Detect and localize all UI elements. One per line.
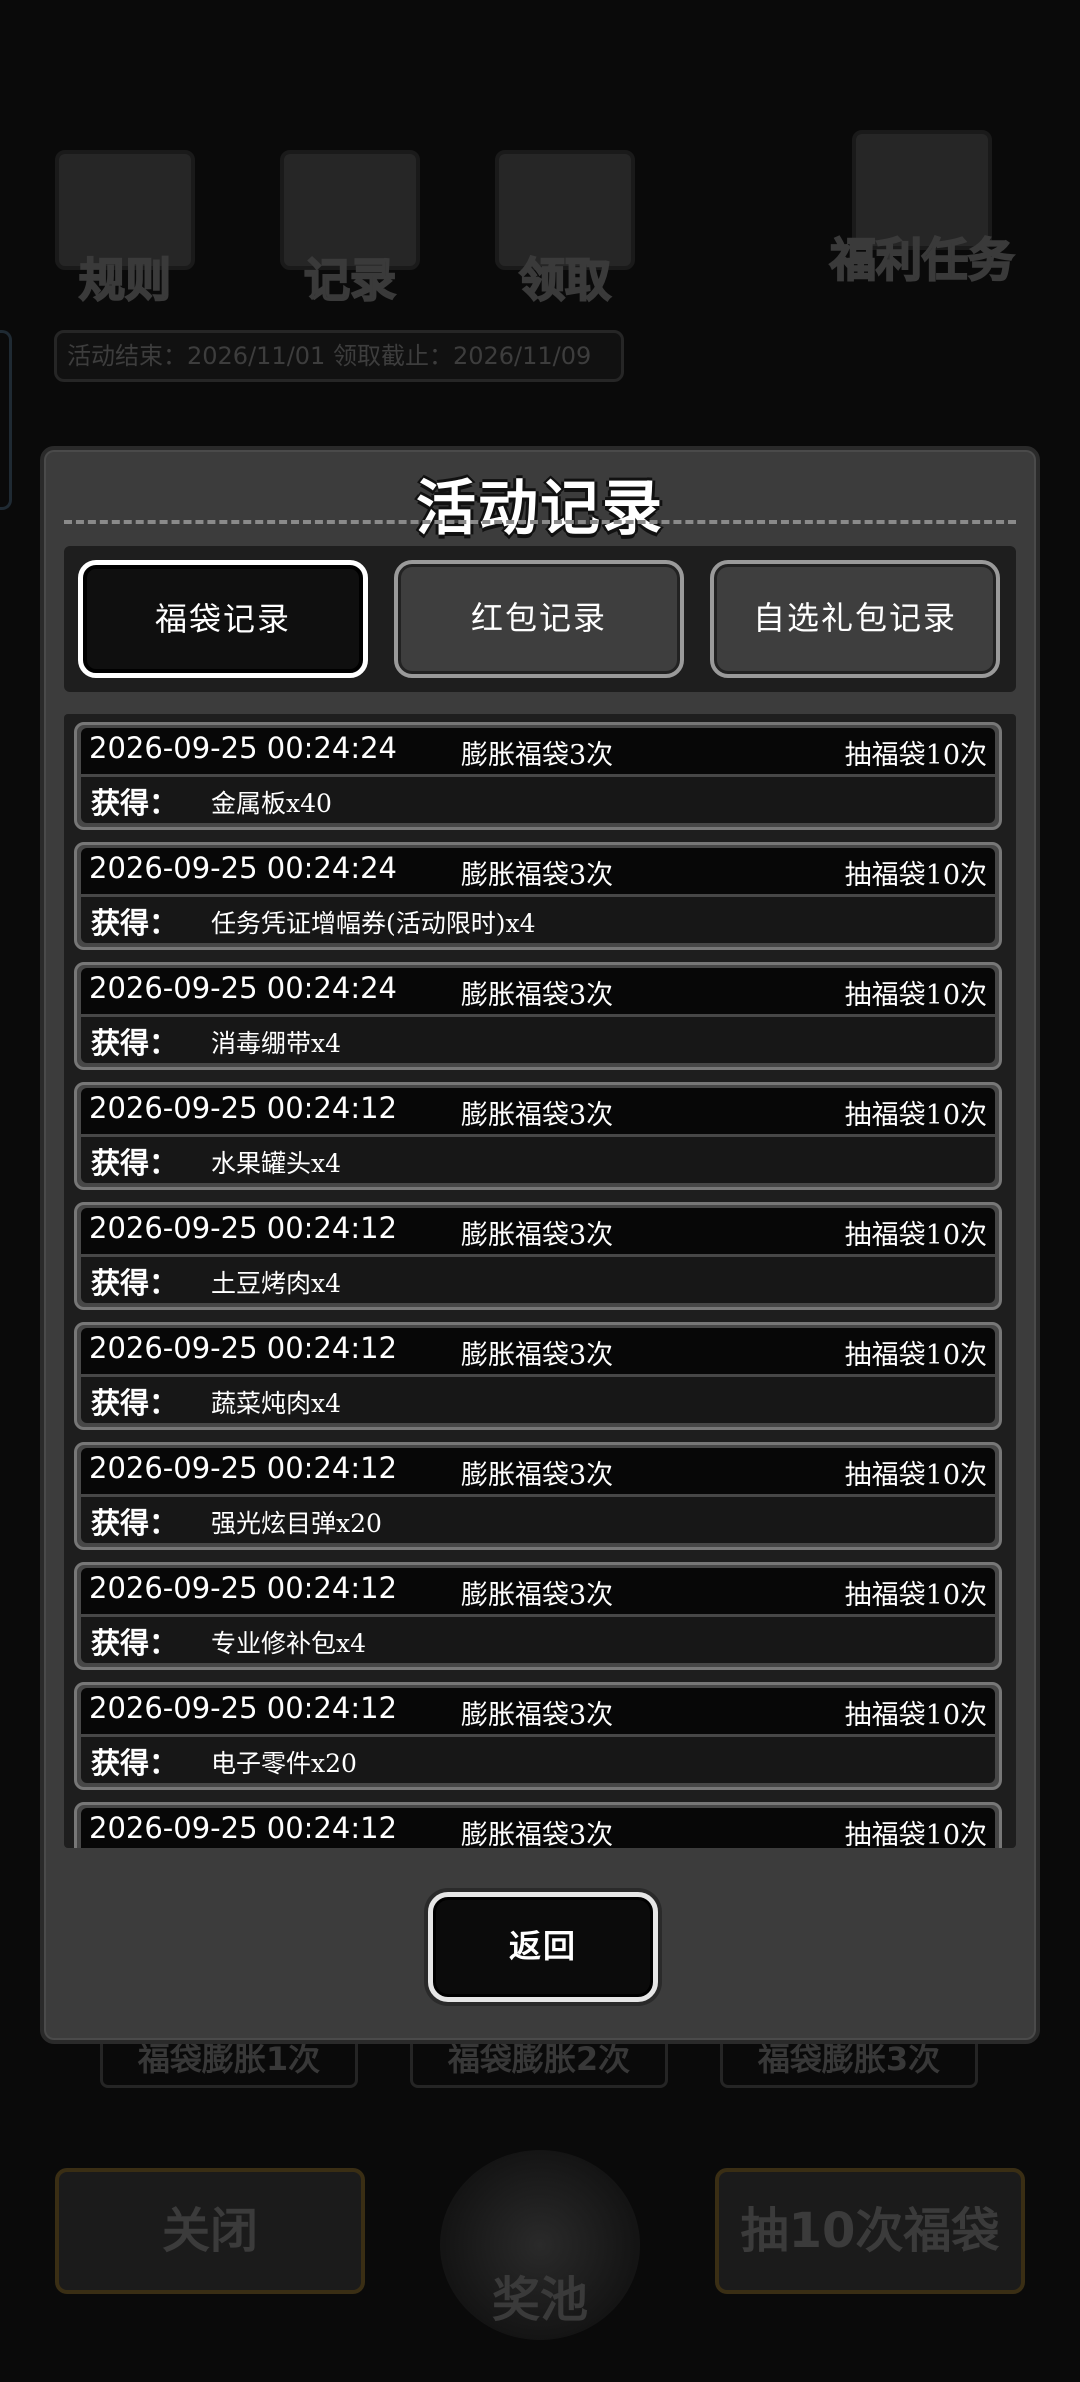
record-body: 获得： 土豆烤肉x4 xyxy=(81,1257,995,1303)
records-icon[interactable]: 记录 xyxy=(280,150,420,310)
draw-10-button[interactable]: 抽10次福袋 xyxy=(715,2168,1025,2294)
welfare-task-icon[interactable]: 福利任务 xyxy=(829,130,1015,290)
record-draw-type: 抽福袋10次 xyxy=(844,1220,987,1251)
back-button[interactable]: 返回 xyxy=(428,1892,658,2002)
record-date: 2026-09-25 00:24:24 xyxy=(89,731,397,765)
welfare-task-label: 福利任务 xyxy=(829,232,1015,288)
record-row: 2026-09-25 00:24:12 膨胀福袋3次 抽福袋10次获得： 蔬菜炖肉x4 xyxy=(74,1322,1002,1430)
record-header: 2026-09-25 00:24:12 膨胀福袋3次 抽福袋10次 xyxy=(81,1808,995,1848)
record-date: 2026-09-25 00:24:12 xyxy=(89,1451,397,1485)
record-draw-type: 抽福袋10次 xyxy=(844,1580,987,1611)
record-reward: 土豆烤肉x4 xyxy=(211,1269,342,1298)
record-date: 2026-09-25 00:24:12 xyxy=(89,1811,397,1845)
record-header: 2026-09-25 00:24:12 膨胀福袋3次 抽福袋10次 xyxy=(81,1088,995,1134)
record-event: 膨胀福袋3次 xyxy=(461,860,614,891)
obtain-label: 获得： xyxy=(91,1506,179,1540)
record-body: 获得： 蔬菜炖肉x4 xyxy=(81,1377,995,1423)
record-header: 2026-09-25 00:24:12 膨胀福袋3次 抽福袋10次 xyxy=(81,1688,995,1734)
record-header: 2026-09-25 00:24:24 膨胀福袋3次 抽福袋10次 xyxy=(81,968,995,1014)
record-date: 2026-09-25 00:24:12 xyxy=(89,1571,397,1605)
record-event: 膨胀福袋3次 xyxy=(461,1580,614,1611)
record-event: 膨胀福袋3次 xyxy=(461,1220,614,1251)
record-reward: 专业修补包x4 xyxy=(211,1629,367,1658)
records-label: 记录 xyxy=(303,252,397,308)
record-reward: 电子零件x20 xyxy=(211,1749,357,1778)
record-header: 2026-09-25 00:24:24 膨胀福袋3次 抽福袋10次 xyxy=(81,728,995,774)
record-row: 2026-09-25 00:24:12 膨胀福袋3次 抽福袋10次获得： 水果罐头x4 xyxy=(74,1082,1002,1190)
record-body: 获得： 消毒绷带x4 xyxy=(81,1017,995,1063)
record-draw-type: 抽福袋10次 xyxy=(844,860,987,891)
record-row: 2026-09-25 00:24:24 膨胀福袋3次 抽福袋10次获得： 消毒绷带x4 xyxy=(74,962,1002,1070)
record-reward: 任务凭证增幅券(活动限时)x4 xyxy=(211,909,536,938)
record-event: 膨胀福袋3次 xyxy=(461,740,614,771)
record-draw-type: 抽福袋10次 xyxy=(844,980,987,1011)
activity-records-modal: 活动记录 福袋记录 红包记录 自选礼包记录 2026-09-25 00:24:2… xyxy=(40,446,1040,2044)
record-draw-type: 抽福袋10次 xyxy=(844,740,987,771)
record-event: 膨胀福袋3次 xyxy=(461,980,614,1011)
obtain-label: 获得： xyxy=(91,906,179,940)
record-body: 获得： 专业修补包x4 xyxy=(81,1617,995,1663)
record-event: 膨胀福袋3次 xyxy=(461,1700,614,1731)
record-draw-type: 抽福袋10次 xyxy=(844,1820,987,1848)
tab-lucky-bag-records[interactable]: 福袋记录 xyxy=(78,560,368,678)
record-event: 膨胀福袋3次 xyxy=(461,1460,614,1491)
record-row: 2026-09-25 00:24:12 膨胀福袋3次 抽福袋10次获得： 电子零件x2… xyxy=(74,1682,1002,1790)
record-header: 2026-09-25 00:24:24 膨胀福袋3次 抽福袋10次 xyxy=(81,848,995,894)
rules-label: 规则 xyxy=(78,252,172,308)
record-reward: 水果罐头x4 xyxy=(211,1149,342,1178)
record-draw-type: 抽福袋10次 xyxy=(844,1700,987,1731)
obtain-label: 获得： xyxy=(91,1266,179,1300)
record-draw-type: 抽福袋10次 xyxy=(844,1100,987,1131)
record-row: 2026-09-25 00:24:12 膨胀福袋3次 抽福袋10次获得： 强光炫目弹x… xyxy=(74,1442,1002,1550)
obtain-label: 获得： xyxy=(91,1746,179,1780)
record-event: 膨胀福袋3次 xyxy=(461,1820,614,1848)
record-header: 2026-09-25 00:24:12 膨胀福袋3次 抽福袋10次 xyxy=(81,1208,995,1254)
record-event: 膨胀福袋3次 xyxy=(461,1100,614,1131)
record-date: 2026-09-25 00:24:24 xyxy=(89,851,397,885)
record-row: 2026-09-25 00:24:12 膨胀福袋3次 抽福袋10次获得： 专业修补包x… xyxy=(74,1562,1002,1670)
record-header: 2026-09-25 00:24:12 膨胀福袋3次 抽福袋10次 xyxy=(81,1328,995,1374)
title-divider xyxy=(64,520,1016,524)
record-header: 2026-09-25 00:24:12 膨胀福袋3次 抽福袋10次 xyxy=(81,1568,995,1614)
record-body: 获得： 任务凭证增幅券(活动限时)x4 xyxy=(81,897,995,943)
tab-bar: 福袋记录 红包记录 自选礼包记录 xyxy=(64,546,1016,692)
record-list[interactable]: 2026-09-25 00:24:24 膨胀福袋3次 抽福袋10次 获得： 金属板x40… xyxy=(64,714,1016,1848)
record-reward: 金属板x40 xyxy=(211,789,332,818)
record-row: 2026-09-25 00:24:12 膨胀福袋3次 抽福袋10次获得： 土豆烤肉x4 xyxy=(74,1202,1002,1310)
claim-label: 领取 xyxy=(518,252,612,308)
record-body: 获得： 水果罐头x4 xyxy=(81,1137,995,1183)
record-reward: 消毒绷带x4 xyxy=(211,1029,342,1058)
record-date: 2026-09-25 00:24:12 xyxy=(89,1691,397,1725)
rules-icon[interactable]: 规则 xyxy=(55,150,195,310)
record-date: 2026-09-25 00:24:24 xyxy=(89,971,397,1005)
obtain-label: 获得： xyxy=(91,786,179,820)
record-row: 2026-09-25 00:24:12膨胀福袋3次抽福袋10次获得： xyxy=(74,1802,1002,1848)
obtain-label: 获得： xyxy=(91,1146,179,1180)
record-date: 2026-09-25 00:24:12 xyxy=(89,1091,397,1125)
obtain-label: 获得： xyxy=(91,1386,179,1420)
tab-red-packet-records[interactable]: 红包记录 xyxy=(394,560,684,678)
side-tab xyxy=(0,330,12,510)
record-reward: 强光炫目弹x20 xyxy=(211,1509,382,1538)
record-body: 获得： 金属板x40 xyxy=(81,777,995,823)
claim-icon[interactable]: 领取 xyxy=(495,150,635,310)
record-row: 2026-09-25 00:24:24 膨胀福袋3次 抽福袋10次获得： 任务凭证增幅… xyxy=(74,842,1002,950)
record-body: 获得： 强光炫目弹x20 xyxy=(81,1497,995,1543)
record-date: 2026-09-25 00:24:12 xyxy=(89,1211,397,1245)
close-button[interactable]: 关闭 xyxy=(55,2168,365,2294)
record-date: 2026-09-25 00:24:12 xyxy=(89,1331,397,1365)
record-reward: 蔬菜炖肉x4 xyxy=(211,1389,342,1418)
record-row: 2026-09-25 00:24:24 膨胀福袋3次 抽福袋10次获得： 金属板x40 xyxy=(74,722,1002,830)
activity-date-bar: 活动结束：2026/11/01 领取截止：2026/11/09 xyxy=(54,330,624,382)
record-body: 获得： 电子零件x20 xyxy=(81,1737,995,1783)
record-draw-type: 抽福袋10次 xyxy=(844,1340,987,1371)
modal-title: 活动记录 xyxy=(416,474,664,544)
obtain-label: 获得： xyxy=(91,1026,179,1060)
obtain-label: 获得： xyxy=(91,1626,179,1660)
record-event: 膨胀福袋3次 xyxy=(461,1340,614,1371)
record-draw-type: 抽福袋10次 xyxy=(844,1460,987,1491)
prize-pool-button[interactable]: 奖池 xyxy=(440,2150,640,2340)
tab-optional-gift-records[interactable]: 自选礼包记录 xyxy=(710,560,1000,678)
record-header: 2026-09-25 00:24:12 膨胀福袋3次 抽福袋10次 xyxy=(81,1448,995,1494)
